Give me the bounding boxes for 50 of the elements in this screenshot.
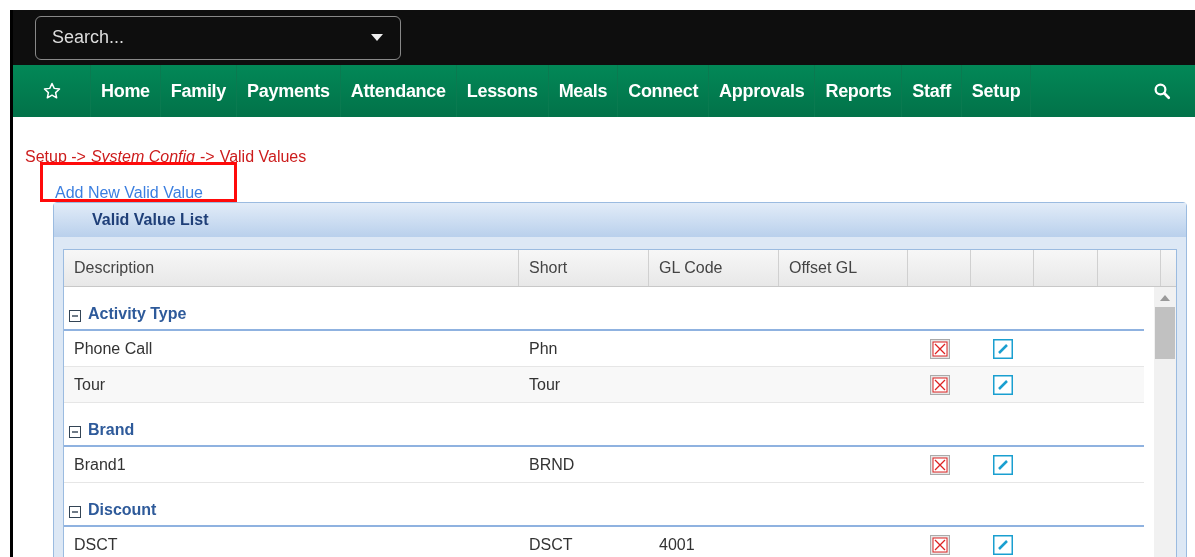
scrollbar-thumb[interactable] — [1155, 307, 1175, 359]
nav-item[interactable]: Approvals — [719, 77, 805, 105]
column-header[interactable]: Short — [529, 256, 568, 280]
table-cell: Brand1 — [74, 455, 126, 473]
add-new-link[interactable]: Add New Valid Value — [55, 184, 203, 201]
table-cell: Phone Call — [74, 339, 153, 357]
edit-icon[interactable] — [992, 534, 1013, 555]
table-cell: Phn — [529, 339, 558, 357]
nav-item[interactable]: Staff — [912, 77, 951, 105]
nav-item[interactable]: Attendance — [350, 77, 446, 105]
nav-item[interactable]: Setup — [971, 77, 1021, 105]
nav-item[interactable]: Payments — [247, 77, 330, 105]
group-title: Discount — [88, 502, 157, 518]
column-header[interactable]: Offset GL — [789, 256, 858, 280]
scroll-up-arrow-icon[interactable] — [1160, 295, 1170, 301]
nav-item[interactable]: Lessons — [466, 77, 538, 105]
delete-icon[interactable] — [929, 454, 950, 475]
nav-item[interactable]: Family — [170, 77, 227, 105]
star-icon[interactable] — [42, 82, 61, 100]
breadcrumb-current: Valid Values — [219, 147, 307, 167]
nav-item[interactable]: Meals — [558, 77, 608, 105]
collapse-icon[interactable] — [69, 506, 81, 518]
table-cell: Tour — [529, 375, 561, 393]
nav-item[interactable]: Reports — [825, 77, 892, 105]
scrollbar[interactable] — [1154, 287, 1176, 557]
breadcrumb-text: Setup -> — [25, 147, 86, 167]
edit-icon[interactable] — [992, 454, 1013, 475]
edit-icon[interactable] — [992, 338, 1013, 359]
group-title: Brand — [88, 422, 135, 438]
edit-icon[interactable] — [992, 374, 1013, 395]
collapse-icon[interactable] — [69, 426, 81, 438]
table-cell: 4001 — [659, 535, 695, 553]
search-field[interactable]: Search... — [35, 15, 401, 60]
collapse-icon[interactable] — [69, 310, 81, 322]
table-cell: BRND — [529, 455, 575, 473]
delete-icon[interactable] — [929, 534, 950, 555]
breadcrumb-separator: -> — [200, 147, 215, 167]
table-cell: DSCT — [529, 535, 573, 553]
group-title: Activity Type — [88, 306, 187, 322]
table-cell: Tour — [74, 375, 106, 393]
search-icon[interactable] — [1153, 82, 1171, 100]
dropdown-caret-icon[interactable] — [371, 33, 383, 42]
column-header[interactable]: GL Code — [659, 256, 723, 280]
column-header[interactable]: Description — [74, 256, 155, 280]
delete-icon[interactable] — [929, 374, 950, 395]
delete-icon[interactable] — [929, 338, 950, 359]
table-cell: DSCT — [74, 535, 118, 553]
panel-title: Valid Value List — [92, 210, 209, 230]
nav-item[interactable]: Connect — [628, 77, 699, 105]
nav-item[interactable]: Home — [101, 77, 150, 105]
